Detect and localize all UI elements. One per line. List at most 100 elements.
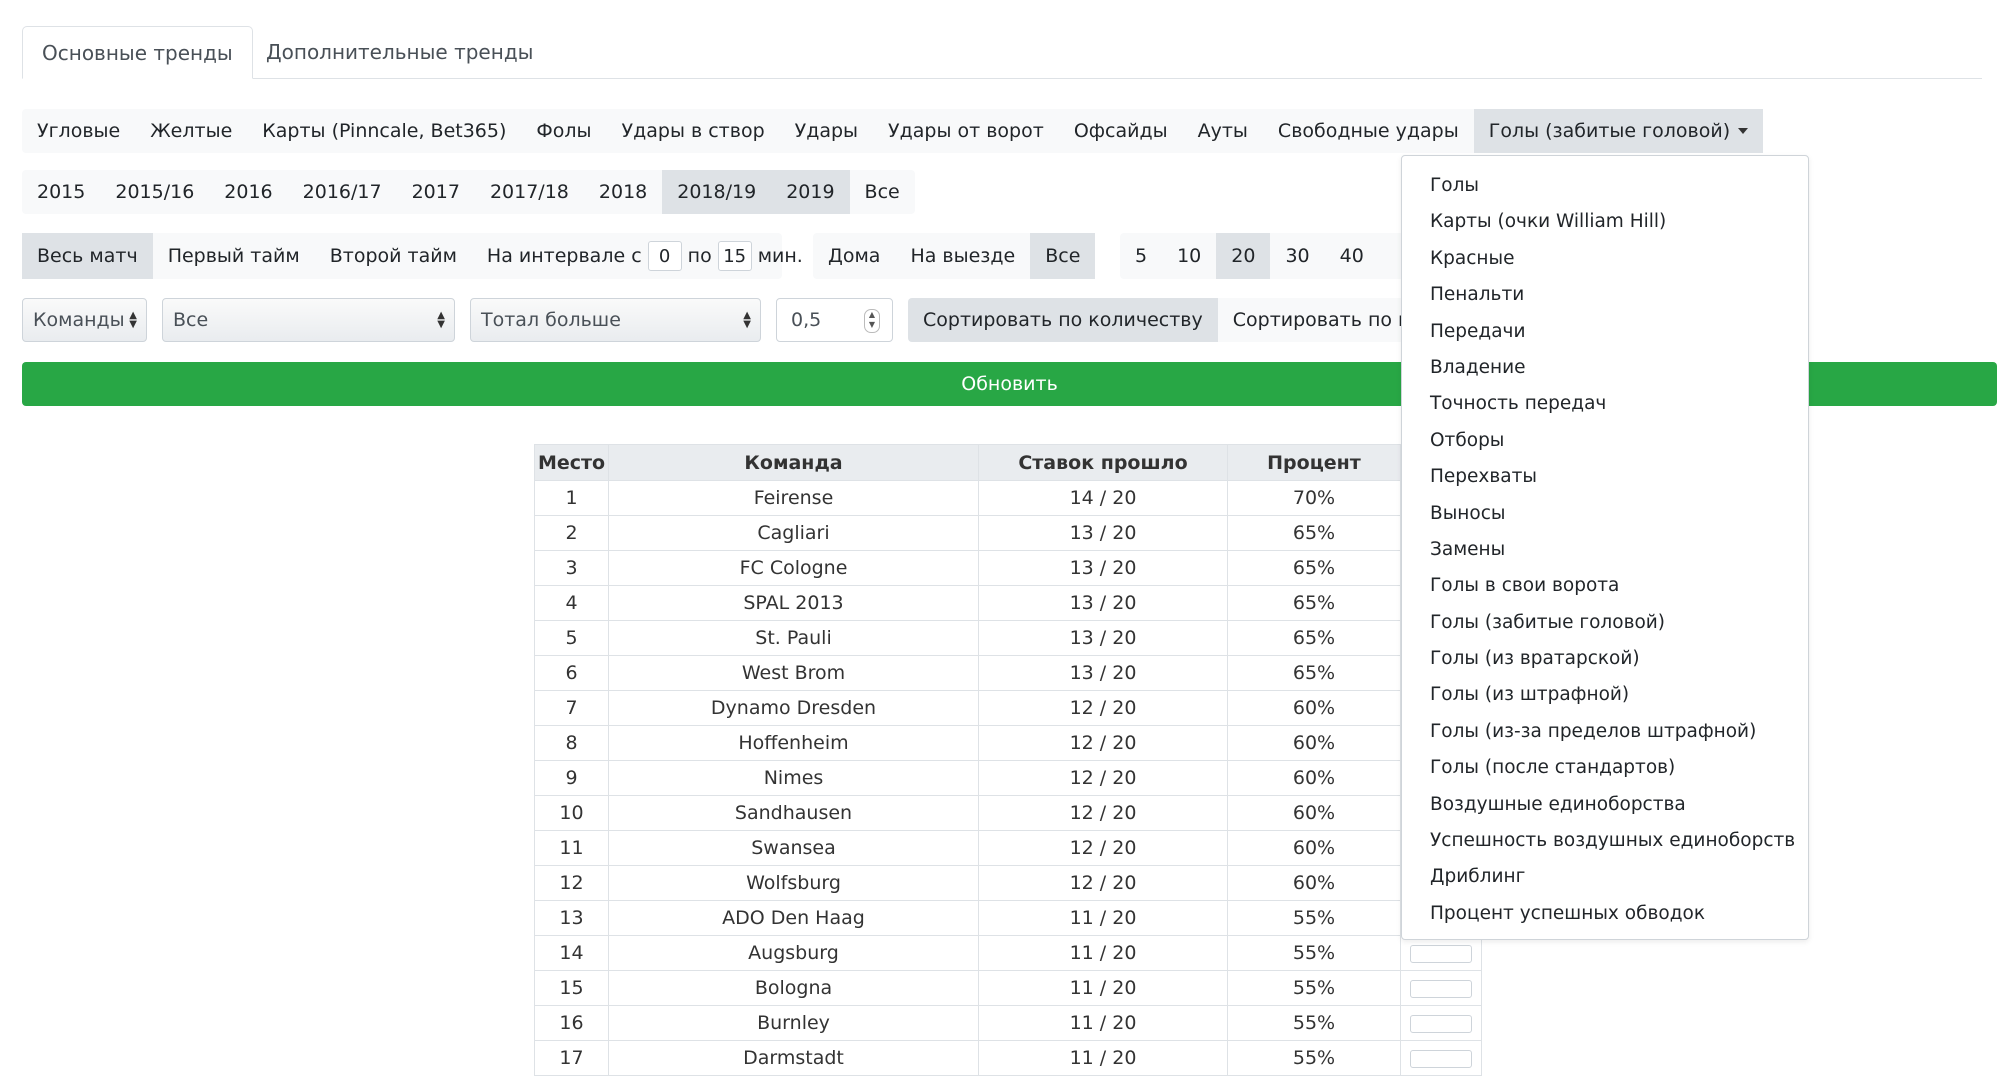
cell-place: 15 <box>534 970 609 1006</box>
season-bar: 2015 2015/16 2016 2016/17 2017 2017/18 2… <box>22 170 915 214</box>
season-all[interactable]: Все <box>850 170 915 214</box>
interval-to-label: по <box>687 245 712 267</box>
interval-to-input[interactable]: 15 <box>717 241 752 271</box>
dropdown-item[interactable]: Голы (из-за пределов штрафной) <box>1402 714 1808 750</box>
dropdown-item[interactable]: Выносы <box>1402 496 1808 532</box>
period-second-half[interactable]: Второй тайм <box>315 233 472 279</box>
period-first-half[interactable]: Первый тайм <box>153 233 315 279</box>
venue-home[interactable]: Дома <box>813 233 895 279</box>
last-n-30[interactable]: 30 <box>1270 233 1324 279</box>
cell-team: Wolfsburg <box>608 865 979 901</box>
cell-place: 13 <box>534 900 609 936</box>
table-row: 14 Augsburg 11 / 20 55% <box>534 935 1482 971</box>
col-bets-passed[interactable]: Ставок прошло <box>978 444 1228 481</box>
caret-down-icon <box>1738 128 1749 134</box>
stat-type-shots[interactable]: Удары <box>780 109 873 153</box>
stat-type-offsides[interactable]: Офсайды <box>1059 109 1183 153</box>
sort-bar: Сортировать по количеству Сортировать по… <box>908 298 1408 342</box>
season-2016[interactable]: 2016 <box>209 170 287 214</box>
threshold-value: 0,5 <box>791 309 822 331</box>
tab-additional-trends[interactable]: Дополнительные тренды <box>247 26 552 78</box>
cell-team: West Brom <box>608 655 979 691</box>
last-n-40[interactable]: 40 <box>1325 233 1379 279</box>
dropdown-item[interactable]: Владение <box>1402 350 1808 386</box>
dropdown-item[interactable]: Голы (после стандартов) <box>1402 750 1808 786</box>
last-n-20[interactable]: 20 <box>1216 233 1271 279</box>
cell-percent: 65% <box>1227 550 1401 586</box>
venue-all[interactable]: Все <box>1030 233 1096 279</box>
dropdown-item[interactable]: Замены <box>1402 532 1808 568</box>
stat-type-goal-kicks[interactable]: Удары от ворот <box>873 109 1059 153</box>
dropdown-item[interactable]: Отборы <box>1402 423 1808 459</box>
spinner-icon[interactable]: ▲ ▼ <box>864 309 880 333</box>
col-team[interactable]: Команда <box>608 444 979 481</box>
cell-place: 6 <box>534 655 609 691</box>
dropdown-item[interactable]: Голы (из вратарской) <box>1402 641 1808 677</box>
season-2015-16[interactable]: 2015/16 <box>100 170 209 214</box>
cell-percent: 60% <box>1227 725 1401 761</box>
stat-type-yellow[interactable]: Желтые <box>135 109 247 153</box>
cell-percent: 55% <box>1227 900 1401 936</box>
dropdown-item[interactable]: Перехваты <box>1402 459 1808 495</box>
table-row: 3 FC Cologne 13 / 20 65% <box>534 550 1482 586</box>
team-select[interactable]: Все ▲ ▼ <box>162 298 455 342</box>
stat-type-shots-on-target[interactable]: Удары в створ <box>607 109 780 153</box>
stat-type-corners[interactable]: Угловые <box>22 109 135 153</box>
dropdown-item[interactable]: Голы в свои ворота <box>1402 568 1808 604</box>
tab-main-trends[interactable]: Основные тренды <box>22 26 253 79</box>
sort-by-percent-button[interactable]: Сортировать по пр <box>1218 298 1408 342</box>
dropdown-item[interactable]: Красные <box>1402 241 1808 277</box>
cell-percent: 65% <box>1227 620 1401 656</box>
season-2016-17[interactable]: 2016/17 <box>288 170 397 214</box>
sort-by-count-button[interactable]: Сортировать по количеству <box>908 298 1218 342</box>
cell-percent: 60% <box>1227 795 1401 831</box>
stat-type-cards[interactable]: Карты (Pinncale, Bet365) <box>247 109 521 153</box>
last-n-10[interactable]: 10 <box>1162 233 1216 279</box>
col-percent[interactable]: Процент <box>1227 444 1401 481</box>
cell-percent: 55% <box>1227 1040 1401 1076</box>
dropdown-item[interactable]: Голы <box>1402 168 1808 204</box>
cell-percent: 55% <box>1227 935 1401 971</box>
dropdown-item[interactable]: Точность передач <box>1402 386 1808 422</box>
dropdown-item[interactable]: Процент успешных обводок <box>1402 896 1808 932</box>
stat-type-dropdown-toggle[interactable]: Голы (забитые головой) <box>1473 109 1764 153</box>
table-row: 1 Feirense 14 / 20 70% <box>534 480 1482 516</box>
season-2019[interactable]: 2019 <box>771 170 850 214</box>
cell-bets-passed: 11 / 20 <box>978 935 1228 971</box>
entity-select-value: Команды <box>33 309 125 331</box>
stat-type-fouls[interactable]: Фолы <box>521 109 606 153</box>
interval-from-input[interactable]: 0 <box>647 241 682 271</box>
bet-type-select[interactable]: Тотал больше ▲ ▼ <box>470 298 761 342</box>
dropdown-item[interactable]: Голы (забитые головой) <box>1402 605 1808 641</box>
cell-bets-passed: 13 / 20 <box>978 515 1228 551</box>
season-2018-19[interactable]: 2018/19 <box>662 170 772 214</box>
venue-away[interactable]: На выезде <box>895 233 1030 279</box>
entity-select[interactable]: Команды ▲ ▼ <box>22 298 147 342</box>
cell-bets-passed: 12 / 20 <box>978 865 1228 901</box>
dropdown-item[interactable]: Воздушные единоборства <box>1402 787 1808 823</box>
season-2018[interactable]: 2018 <box>584 170 662 214</box>
dropdown-item[interactable]: Успешность воздушных единоборств <box>1402 823 1808 859</box>
dropdown-item[interactable]: Дриблинг <box>1402 859 1808 895</box>
period-full-match[interactable]: Весь матч <box>22 233 153 279</box>
cell-bets-passed: 11 / 20 <box>978 900 1228 936</box>
cell-place: 3 <box>534 550 609 586</box>
dropdown-item[interactable]: Карты (очки William Hill) <box>1402 204 1808 240</box>
dropdown-item[interactable]: Голы (из штрафной) <box>1402 677 1808 713</box>
col-place[interactable]: Место <box>534 444 609 481</box>
season-2017[interactable]: 2017 <box>397 170 475 214</box>
cell-place: 11 <box>534 830 609 866</box>
last-n-bar: 5 10 20 30 40 <box>1120 233 1410 279</box>
last-n-5[interactable]: 5 <box>1120 233 1162 279</box>
cell-extra <box>1400 935 1482 971</box>
dropdown-item[interactable]: Передачи <box>1402 314 1808 350</box>
season-2015[interactable]: 2015 <box>22 170 100 214</box>
cell-bets-passed: 13 / 20 <box>978 655 1228 691</box>
table-row: 9 Nimes 12 / 20 60% <box>534 760 1482 796</box>
threshold-input[interactable]: 0,5 ▲ ▼ <box>776 298 893 342</box>
stat-type-free-kicks[interactable]: Свободные удары <box>1263 109 1474 153</box>
interval-unit: мин. <box>757 245 803 267</box>
dropdown-item[interactable]: Пенальти <box>1402 277 1808 313</box>
stat-type-throw-ins[interactable]: Ауты <box>1183 109 1263 153</box>
season-2017-18[interactable]: 2017/18 <box>475 170 584 214</box>
